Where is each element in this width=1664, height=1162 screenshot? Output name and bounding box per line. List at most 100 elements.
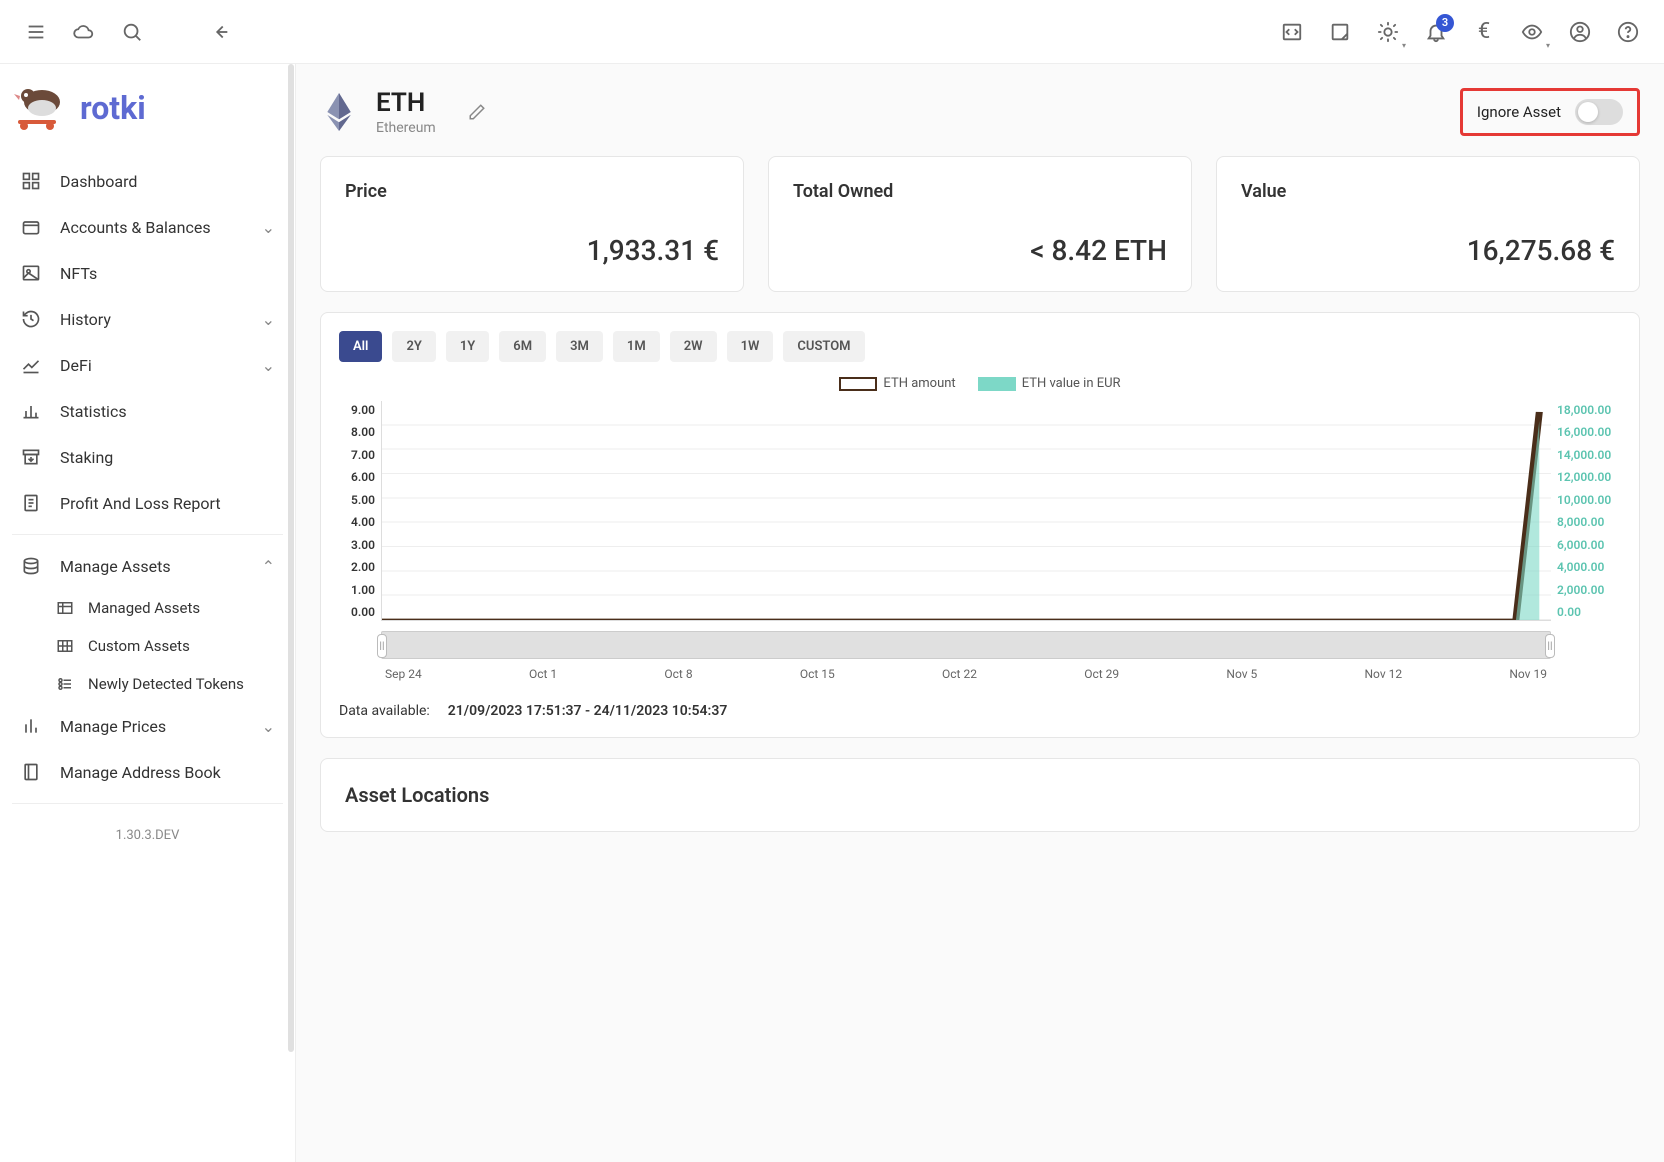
grid-icon — [56, 637, 74, 655]
nav-label: Manage Address Book — [60, 763, 221, 782]
sidebar-item-dashboard[interactable]: Dashboard — [0, 158, 295, 204]
nav-label: Profit And Loss Report — [60, 494, 221, 513]
sidebar-item-accounts[interactable]: Accounts & Balances ⌄ — [0, 204, 295, 250]
notification-badge: 3 — [1436, 14, 1454, 32]
price-card: Price 1,933.31 € — [320, 156, 744, 292]
chart-card: All 2Y 1Y 6M 3M 1M 2W 1W CUSTOM ETH amount ETH v… — [320, 312, 1640, 738]
version-label: 1.30.3.DEV — [0, 812, 295, 859]
help-button[interactable] — [1608, 12, 1648, 52]
sidebar-item-manage-prices[interactable]: Manage Prices ⌄ — [0, 703, 295, 749]
history-icon — [20, 308, 42, 330]
range-2y[interactable]: 2Y — [392, 331, 435, 362]
divider — [12, 803, 283, 804]
ignore-asset-control: Ignore Asset — [1460, 88, 1640, 136]
sidebar-item-nfts[interactable]: NFTs — [0, 250, 295, 296]
ignore-asset-toggle[interactable] — [1575, 99, 1623, 125]
sidebar-item-address-book[interactable]: Manage Address Book — [0, 749, 295, 795]
chevron-up-icon: ⌃ — [262, 557, 275, 576]
nav-label: Manage Prices — [60, 717, 166, 736]
chevron-down-icon: ⌄ — [262, 717, 275, 736]
x-axis: Sep 24Oct 1Oct 8Oct 15Oct 22Oct 29Nov 5N… — [381, 667, 1551, 681]
sidebar-item-history[interactable]: History ⌄ — [0, 296, 295, 342]
wallet-icon — [20, 216, 42, 238]
sidebar-item-custom-assets[interactable]: Custom Assets — [56, 627, 295, 665]
notifications-button[interactable]: 3 — [1416, 12, 1456, 52]
database-icon — [20, 555, 42, 577]
y-axis-right: 18,000.0016,000.0014,000.0012,000.0010,0… — [1557, 401, 1621, 621]
rotki-logo-icon — [12, 82, 64, 134]
menu-button[interactable] — [16, 12, 56, 52]
chevron-down-icon: ▾ — [1402, 41, 1406, 50]
minimap-handle-right[interactable]: || — [1545, 634, 1555, 658]
theme-toggle[interactable]: ▾ — [1368, 12, 1408, 52]
nav-label: Manage Assets — [60, 557, 171, 576]
chart-minimap[interactable]: || || — [381, 631, 1551, 659]
sidebar-item-detected-tokens[interactable]: Newly Detected Tokens — [56, 665, 295, 703]
card-title: Value — [1241, 181, 1615, 202]
nav-label: Custom Assets — [88, 637, 190, 655]
nav-label: NFTs — [60, 264, 97, 283]
value-value: 16,275.68 € — [1241, 234, 1615, 267]
divider — [12, 534, 283, 535]
legend-swatch-area-icon — [978, 377, 1016, 391]
bar-chart-icon — [20, 400, 42, 422]
owned-value: < 8.42 ETH — [793, 234, 1167, 267]
nav-label: DeFi — [60, 356, 92, 375]
nav-label: Newly Detected Tokens — [88, 675, 244, 693]
sidebar-item-statistics[interactable]: Statistics — [0, 388, 295, 434]
range-2w[interactable]: 2W — [670, 331, 717, 362]
note-icon[interactable] — [1320, 12, 1360, 52]
cloud-icon[interactable] — [64, 12, 104, 52]
code-icon[interactable] — [1272, 12, 1312, 52]
dashboard-icon — [20, 170, 42, 192]
sidebar-item-manage-assets[interactable]: Manage Assets ⌃ — [0, 543, 295, 589]
sidebar-item-pnl[interactable]: Profit And Loss Report — [0, 480, 295, 526]
range-3m[interactable]: 3M — [556, 331, 603, 362]
ignore-asset-label: Ignore Asset — [1477, 103, 1561, 121]
account-button[interactable] — [1560, 12, 1600, 52]
chevron-down-icon: ⌄ — [262, 310, 275, 329]
book-icon — [20, 761, 42, 783]
prices-icon — [20, 715, 42, 737]
range-picker: All 2Y 1Y 6M 3M 1M 2W 1W CUSTOM — [339, 331, 1621, 362]
price-value: 1,933.31 € — [345, 234, 719, 267]
chart-line-icon — [20, 354, 42, 376]
nav-label: Managed Assets — [88, 599, 200, 617]
range-6m[interactable]: 6M — [499, 331, 546, 362]
chart-legend: ETH amount ETH value in EUR — [339, 376, 1621, 391]
edit-asset-button[interactable] — [462, 97, 492, 127]
search-button[interactable] — [112, 12, 152, 52]
value-card: Value 16,275.68 € — [1216, 156, 1640, 292]
data-available-label: Data available: — [339, 703, 430, 719]
brand: rotki — [0, 64, 295, 158]
chart-plot[interactable] — [381, 401, 1551, 621]
minimap-handle-left[interactable]: || — [377, 634, 387, 658]
data-available-range: 21/09/2023 17:51:37 - 24/11/2023 10:54:3… — [448, 703, 728, 719]
range-all[interactable]: All — [339, 331, 382, 362]
range-1w[interactable]: 1W — [727, 331, 774, 362]
privacy-toggle[interactable]: ▾ — [1512, 12, 1552, 52]
card-title: Total Owned — [793, 181, 1167, 202]
image-icon — [20, 262, 42, 284]
asset-symbol: ETH — [376, 88, 436, 118]
brand-name: rotki — [80, 89, 146, 127]
back-button[interactable] — [200, 12, 240, 52]
nav-label: Staking — [60, 448, 113, 467]
range-custom[interactable]: CUSTOM — [783, 331, 864, 362]
locations-title: Asset Locations — [345, 783, 1615, 807]
sidebar-item-staking[interactable]: Staking — [0, 434, 295, 480]
y-axis-left: 9.008.007.006.005.004.003.002.001.000.00 — [339, 401, 375, 621]
chevron-down-icon: ⌄ — [262, 356, 275, 375]
legend-swatch-line-icon — [839, 377, 877, 391]
range-1y[interactable]: 1Y — [446, 331, 489, 362]
range-1m[interactable]: 1M — [613, 331, 660, 362]
ethereum-icon — [320, 93, 358, 131]
chevron-down-icon: ⌄ — [262, 218, 275, 237]
nav-label: Accounts & Balances — [60, 218, 211, 237]
currency-button[interactable]: € — [1464, 12, 1504, 52]
sidebar-item-managed-assets[interactable]: Managed Assets — [56, 589, 295, 627]
card-title: Price — [345, 181, 719, 202]
nav-label: Statistics — [60, 402, 127, 421]
scrollbar[interactable] — [288, 64, 294, 1052]
sidebar-item-defi[interactable]: DeFi ⌄ — [0, 342, 295, 388]
